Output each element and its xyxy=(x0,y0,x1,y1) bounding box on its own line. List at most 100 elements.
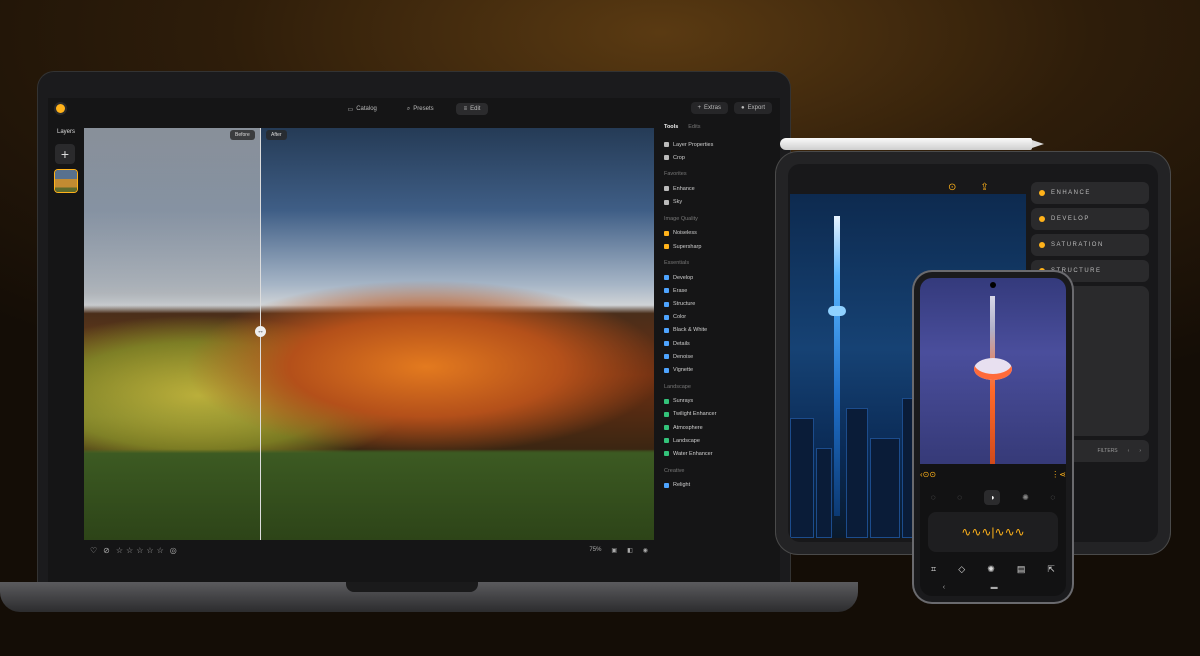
tab-tools[interactable]: Tools xyxy=(664,124,678,130)
layers-icon[interactable]: ▤ xyxy=(1017,564,1026,575)
tool-item[interactable]: Details xyxy=(658,337,780,350)
star-icon[interactable]: ☆ xyxy=(146,546,153,555)
sun-icon[interactable]: ✺ xyxy=(987,564,995,575)
tool-label: Sky xyxy=(673,199,683,206)
laptop-notch xyxy=(346,582,478,592)
layers-panel: Layers + xyxy=(48,120,84,560)
share-icon[interactable]: ⇪ xyxy=(980,182,988,193)
redo-icon[interactable]: ⊙ xyxy=(929,470,936,479)
tool-item[interactable]: Develop xyxy=(658,271,780,284)
tool-item[interactable]: Enhance xyxy=(658,182,780,195)
tool-item[interactable]: Atmosphere xyxy=(658,421,780,434)
app-logo[interactable] xyxy=(56,104,65,113)
zoom-controls: 75% ▣ ◧ ◉ xyxy=(589,547,654,554)
mode-icon[interactable]: ✺ xyxy=(1022,493,1029,502)
heart-icon[interactable]: ♡ xyxy=(90,546,97,555)
panel-tabs: Tools Edits xyxy=(664,124,774,130)
tool-item[interactable]: Sunrays xyxy=(658,395,780,408)
undo-icon[interactable]: ⊙ xyxy=(948,182,956,193)
star-icon[interactable]: ☆ xyxy=(116,546,123,555)
tool-icon xyxy=(664,398,669,404)
tool-item[interactable]: Sky xyxy=(658,196,780,209)
export-button[interactable]: ● Export xyxy=(734,102,772,114)
phone-device: ‹ ⊙ ⊙ ⋮ ⋖ ◌ ◌ ◑ ✺ ◌ ∿∿∿|∿∿∿ ⌗ ◇ ✺ ▤ ⇱ ‹ … xyxy=(914,272,1072,602)
tool-icon xyxy=(664,288,669,294)
section-title: Landscape xyxy=(664,383,691,390)
tool-item[interactable]: Noiseless xyxy=(658,227,780,240)
tool-icon xyxy=(664,341,669,347)
layer-thumbnail[interactable] xyxy=(55,170,77,192)
mode-icon[interactable]: ◌ xyxy=(931,493,936,502)
next-icon[interactable]: › xyxy=(1139,448,1141,454)
tool-item[interactable]: Black & White xyxy=(658,324,780,337)
tool-item[interactable]: Water Enhancer xyxy=(658,447,780,460)
tool-item[interactable]: Crop xyxy=(658,151,780,164)
plus-icon: + xyxy=(697,105,702,111)
info-icon[interactable]: ◎ xyxy=(170,546,177,555)
tool-label: Supersharp xyxy=(673,243,702,250)
photo-canvas[interactable]: ↔ Before After xyxy=(84,128,654,540)
crop-icon[interactable]: ⌗ xyxy=(931,564,936,575)
compare-handle-icon[interactable]: ↔ xyxy=(255,326,266,337)
split-view-icon[interactable]: ◧ xyxy=(627,547,633,554)
tool-icon xyxy=(664,482,669,488)
tab-edit-label: Edit xyxy=(470,106,481,112)
add-layer-button[interactable]: + xyxy=(55,144,75,164)
contrast-icon[interactable]: ◑ xyxy=(983,490,1001,505)
mode-icon[interactable]: ◌ xyxy=(957,493,962,502)
tool-icon xyxy=(664,314,669,320)
option-icon xyxy=(1039,216,1045,222)
tablet-option[interactable]: SATURATION xyxy=(1031,234,1149,256)
tool-item[interactable]: Landscape xyxy=(658,434,780,447)
stylus-pencil xyxy=(780,138,1044,150)
tool-item[interactable]: Supersharp xyxy=(658,240,780,253)
extras-button[interactable]: + Extras xyxy=(690,102,729,114)
export-icon[interactable]: ⇱ xyxy=(1047,564,1055,575)
tool-item[interactable]: Color xyxy=(658,311,780,324)
prev-icon[interactable]: ‹ xyxy=(1128,448,1130,454)
tower-shape xyxy=(828,216,846,516)
nav-back-icon[interactable]: ‹ xyxy=(943,584,945,591)
tab-presets[interactable]: ⌕ Presets xyxy=(399,103,442,116)
zoom-level[interactable]: 75% xyxy=(589,547,601,553)
tab-edit[interactable]: ≡ Edit xyxy=(455,103,489,115)
star-icon[interactable]: ☆ xyxy=(126,546,133,555)
star-icon[interactable]: ☆ xyxy=(136,546,143,555)
tool-icon xyxy=(664,142,669,148)
tool-item[interactable]: Denoise xyxy=(658,350,780,363)
star-rating[interactable]: ☆ ☆ ☆ ☆ ☆ xyxy=(116,546,164,555)
tool-item[interactable]: Layer Properties xyxy=(658,138,780,151)
tab-catalog[interactable]: ▭ Catalog xyxy=(340,103,385,116)
compare-view-icon[interactable]: ▣ xyxy=(611,547,617,554)
tool-icon xyxy=(664,199,669,205)
reject-icon[interactable]: ⊘ xyxy=(103,546,110,555)
tool-label: Vignette xyxy=(673,367,694,374)
mode-icon[interactable]: ◌ xyxy=(1050,493,1055,502)
layers-title: Layers xyxy=(56,129,75,135)
phone-action-row: ‹ ⊙ ⊙ ⋮ ⋖ xyxy=(920,470,1066,479)
adjust-wave-slider[interactable]: ∿∿∿|∿∿∿ xyxy=(928,512,1058,552)
tool-item[interactable]: Twilight Enhancer xyxy=(658,408,780,421)
tab-edits[interactable]: Edits xyxy=(688,124,700,130)
tool-item[interactable]: Structure xyxy=(658,298,780,311)
phone-photo[interactable] xyxy=(920,278,1066,464)
tool-item[interactable]: Vignette xyxy=(658,363,780,376)
tool-icon xyxy=(664,367,669,373)
tool-item[interactable]: Erase xyxy=(658,284,780,297)
tablet-option[interactable]: ENHANCE xyxy=(1031,182,1149,204)
undo-icon[interactable]: ⊙ xyxy=(923,470,930,479)
tablet-option[interactable]: DEVELOP xyxy=(1031,208,1149,230)
more-icon[interactable]: ⋮ xyxy=(1051,470,1059,479)
share-icon[interactable]: ⋖ xyxy=(1059,470,1066,479)
tool-label: Sunrays xyxy=(673,398,694,405)
tool-label: Erase xyxy=(673,287,688,294)
star-icon[interactable]: ☆ xyxy=(157,546,164,555)
tool-label: Landscape xyxy=(673,437,700,444)
before-overlay xyxy=(84,128,260,540)
tool-item[interactable]: Relight xyxy=(658,479,780,492)
tool-label: Enhance xyxy=(673,185,695,192)
erase-icon[interactable]: ◇ xyxy=(958,564,965,575)
tool-label: Relight xyxy=(673,482,691,489)
nav-home-icon[interactable]: ▬ xyxy=(991,584,998,591)
eye-icon[interactable]: ◉ xyxy=(643,547,648,554)
